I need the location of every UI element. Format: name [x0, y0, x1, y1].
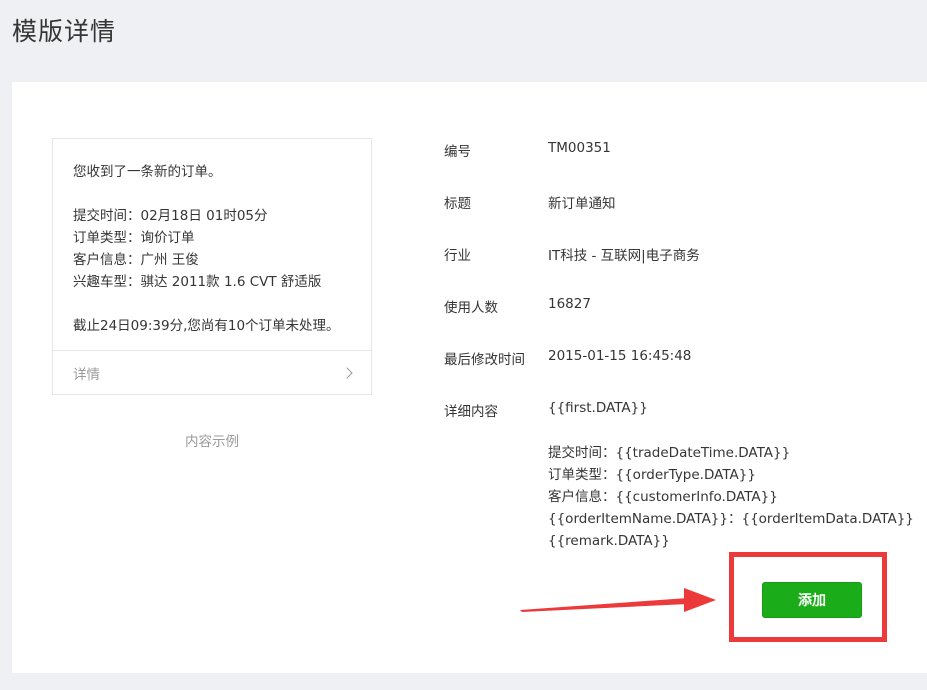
preview-line: 兴趣车型：骐达 2011款 1.6 CVT 舒适版 [73, 274, 322, 290]
annotation-arrow-icon [520, 588, 716, 612]
content-line: 订单类型：{{orderType.DATA}} [548, 467, 756, 483]
preview-detail-link[interactable]: 详情 [53, 350, 371, 394]
preview-line: 订单类型：询价订单 [73, 230, 195, 246]
content-first: {{first.DATA}} [548, 400, 648, 416]
number-value: TM00351 [548, 140, 611, 156]
industry-value: IT科技 - 互联网|电子商务 [548, 248, 700, 264]
modified-label: 最后修改时间 [444, 352, 525, 368]
content-line: {{remark.DATA}} [548, 533, 670, 549]
content-line: 提交时间：{{tradeDateTime.DATA}} [548, 445, 791, 461]
content-line: 客户信息：{{customerInfo.DATA}} [548, 489, 778, 505]
modified-value: 2015-01-15 16:45:48 [548, 348, 692, 364]
add-button[interactable]: 添加 [762, 582, 862, 618]
template-detail-panel: 您收到了一条新的订单。 提交时间：02月18日 01时05分 订单类型：询价订单… [12, 82, 927, 673]
content-label: 详细内容 [444, 404, 498, 420]
users-label: 使用人数 [444, 300, 498, 316]
title-value: 新订单通知 [548, 196, 616, 212]
preview-intro: 您收到了一条新的订单。 [73, 164, 222, 180]
preview-body: 您收到了一条新的订单。 提交时间：02月18日 01时05分 订单类型：询价订单… [53, 139, 371, 337]
number-label: 编号 [444, 144, 471, 160]
industry-label: 行业 [444, 248, 471, 264]
page-title: 模版详情 [12, 17, 117, 46]
preview-line: 提交时间：02月18日 01时05分 [73, 208, 268, 224]
chevron-right-icon [341, 366, 353, 379]
preview-remark: 截止24日09:39分,您尚有10个订单未处理。 [73, 318, 340, 334]
content-lines: 提交时间：{{tradeDateTime.DATA}} 订单类型：{{order… [548, 442, 914, 552]
title-label: 标题 [444, 196, 471, 212]
preview-caption: 内容示例 [185, 434, 239, 450]
content-line: {{orderItemName.DATA}}：{{orderItemData.D… [548, 511, 914, 527]
message-preview-card: 您收到了一条新的订单。 提交时间：02月18日 01时05分 订单类型：询价订单… [52, 138, 372, 395]
preview-detail-label: 详情 [73, 366, 100, 383]
preview-line: 客户信息：广州 王俊 [73, 252, 199, 268]
users-value: 16827 [548, 296, 591, 312]
